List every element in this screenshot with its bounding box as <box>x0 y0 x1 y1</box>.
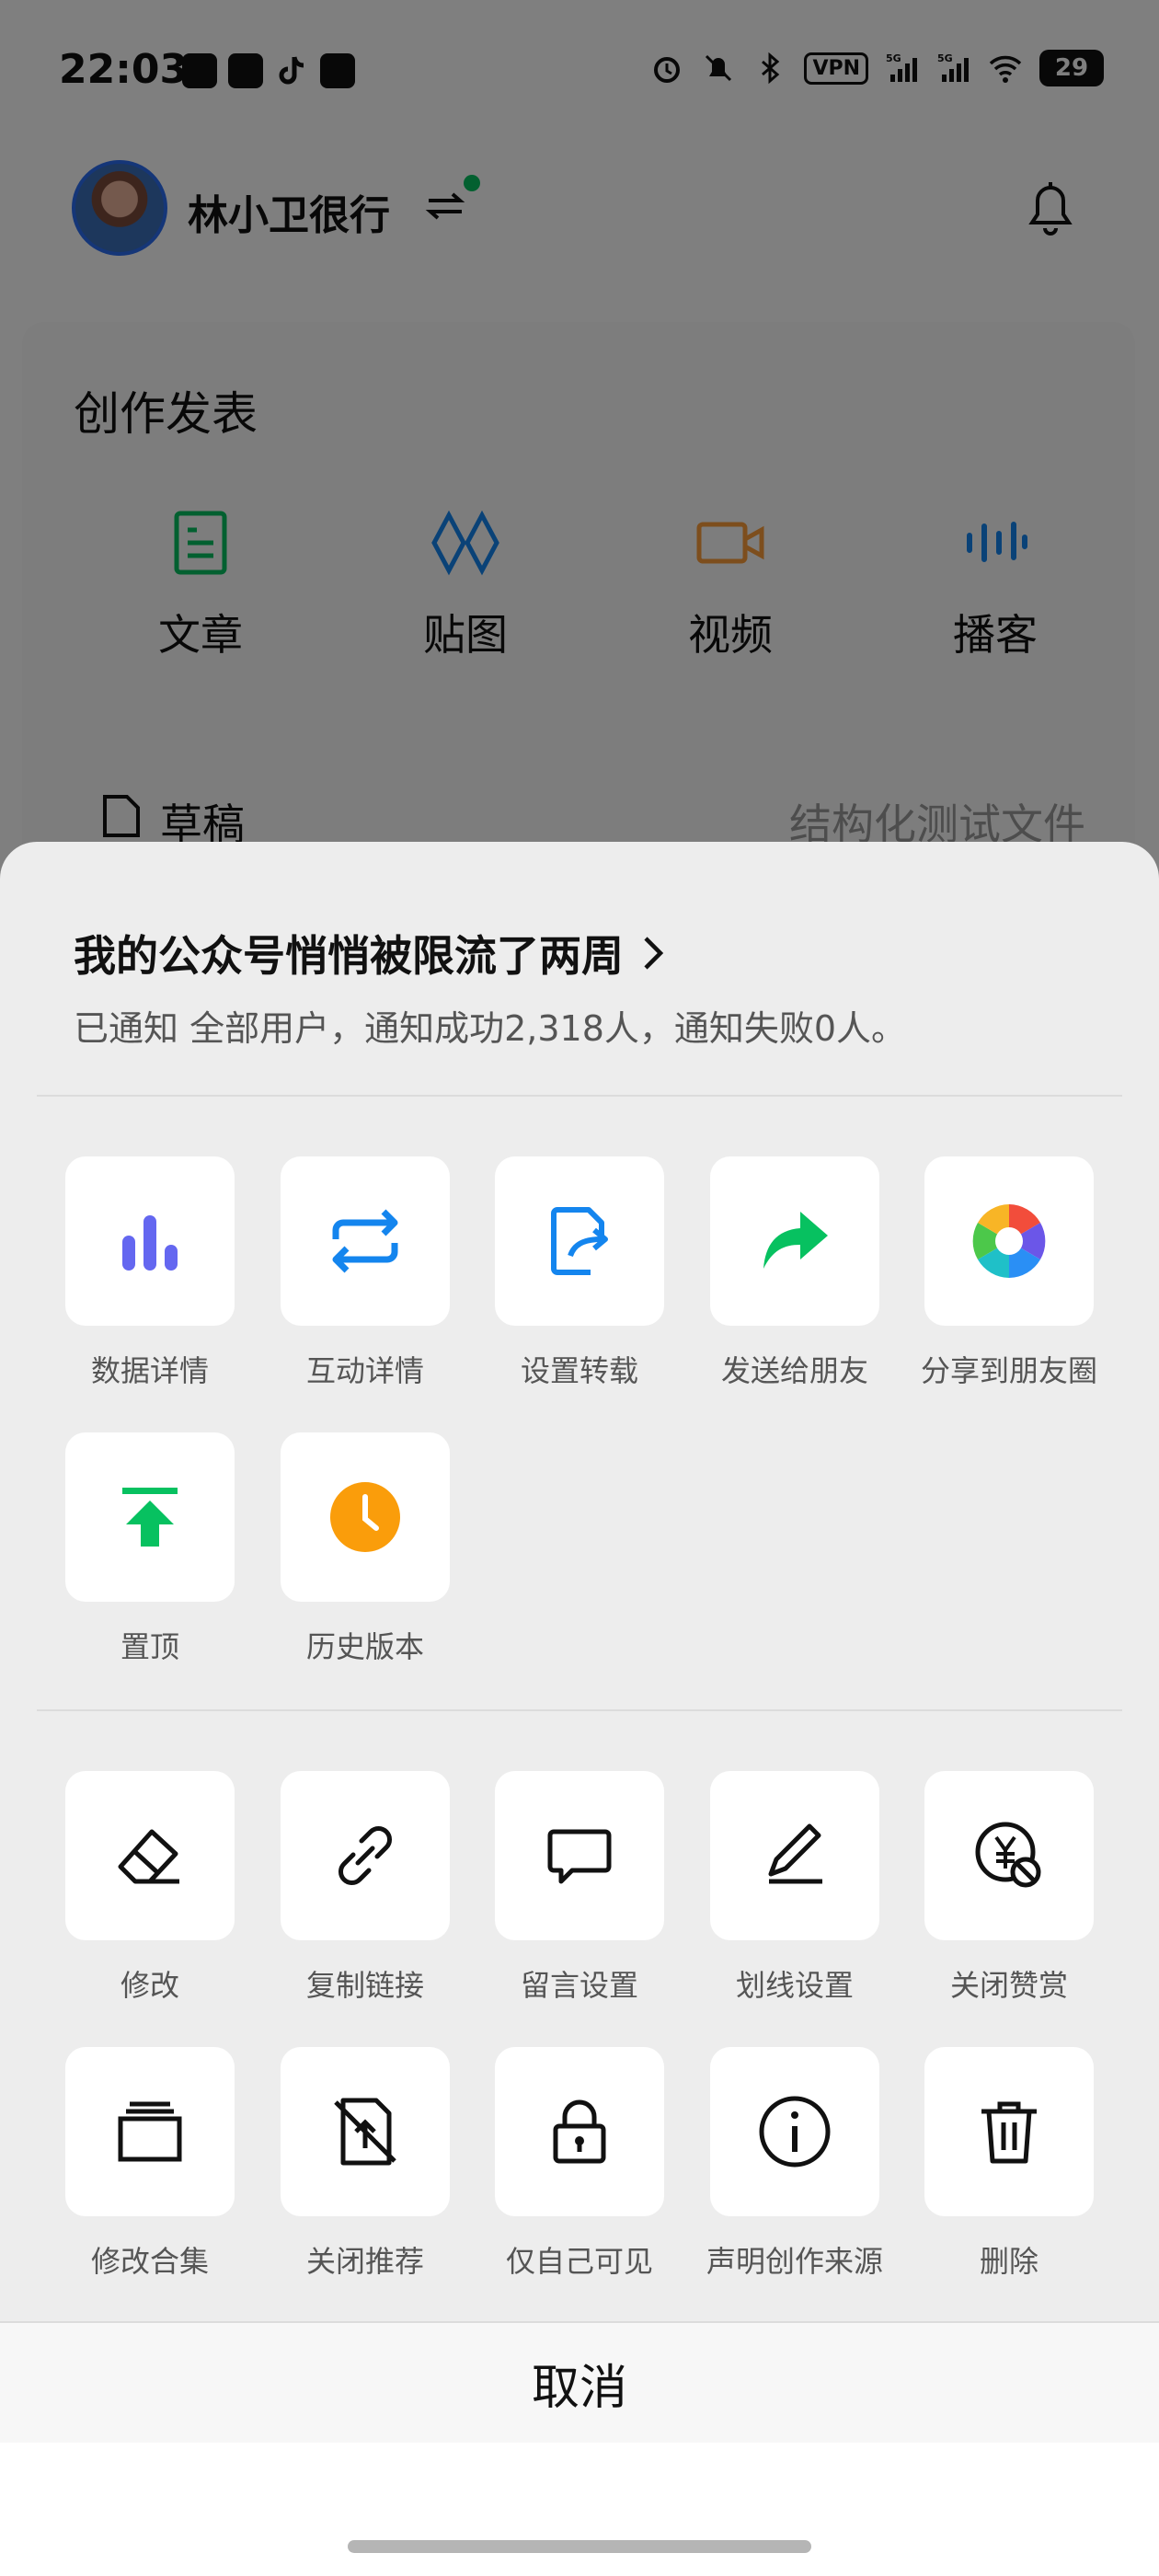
copy-link-button[interactable]: 复制链接 <box>258 1771 473 2005</box>
history-versions-button[interactable]: 历史版本 <box>258 1432 473 1666</box>
action-label: 置顶 <box>120 1629 179 1664</box>
underline-settings-tile[interactable] <box>710 1771 879 1940</box>
action-label: 修改 <box>120 1968 179 2003</box>
home-indicator[interactable] <box>348 2540 811 2553</box>
disable-recommend-tile[interactable] <box>281 2047 450 2216</box>
action-label: 删除 <box>979 2244 1039 2279</box>
pin-top-button[interactable]: 置顶 <box>42 1432 258 1666</box>
comment-settings-tile[interactable] <box>495 1771 664 1940</box>
only-me-visible-button[interactable]: 仅自己可见 <box>472 2047 687 2281</box>
send-to-friend-button[interactable]: 发送给朋友 <box>687 1156 902 1390</box>
action-label: 仅自己可见 <box>505 2244 653 2279</box>
action-label: 发送给朋友 <box>720 1353 868 1388</box>
interaction-details-tile[interactable] <box>281 1156 450 1326</box>
action-sheet: 我的公众号悄悄被限流了两周 已通知 全部用户，通知成功2,318人，通知失败0人… <box>0 842 1159 2576</box>
bar-chart-icon <box>122 1215 178 1271</box>
copy-link-tile[interactable] <box>281 1771 450 1940</box>
underline-pen-icon <box>768 1823 822 1884</box>
pin-top-icon <box>122 1488 178 1547</box>
pin-top-tile[interactable] <box>65 1432 235 1602</box>
action-label: 设置转载 <box>520 1353 638 1388</box>
action-label: 分享到朋友圈 <box>920 1353 1097 1388</box>
collection-icon <box>118 2101 182 2162</box>
divider <box>37 1095 1122 1097</box>
send-to-friend-tile[interactable] <box>710 1156 879 1326</box>
edit-button[interactable]: 修改 <box>42 1771 258 2005</box>
cancel-area: 取消 <box>0 2323 1159 2576</box>
lock-icon <box>553 2099 606 2164</box>
trash-icon <box>981 2101 1037 2164</box>
edit-collection-button[interactable]: 修改合集 <box>42 2047 258 2281</box>
declare-source-tile[interactable] <box>710 2047 879 2216</box>
cancel-button[interactable]: 取消 <box>0 2323 1159 2443</box>
history-versions-tile[interactable] <box>281 1432 450 1602</box>
delete-button[interactable]: 删除 <box>901 2047 1117 2281</box>
underline-settings-button[interactable]: 划线设置 <box>687 1771 902 2005</box>
disable-tips-button[interactable]: 关闭赞赏 <box>901 1771 1117 2005</box>
recommend-off-icon <box>334 2098 396 2166</box>
share-to-moments-button[interactable]: 分享到朋友圈 <box>901 1156 1117 1390</box>
edit-collection-tile[interactable] <box>65 2047 235 2216</box>
data-details-button[interactable]: 数据详情 <box>42 1156 258 1390</box>
repost-settings-icon <box>551 1207 608 1275</box>
info-icon <box>759 2096 831 2168</box>
history-clock-icon <box>330 1482 400 1552</box>
action-label: 数据详情 <box>90 1353 209 1388</box>
comment-bubble-icon <box>547 1829 612 1884</box>
repost-settings-button[interactable]: 设置转载 <box>472 1156 687 1390</box>
moments-aperture-icon <box>972 1204 1046 1278</box>
share-to-moments-tile[interactable] <box>924 1156 1094 1326</box>
eraser-edit-icon <box>118 1829 179 1884</box>
data-details-tile[interactable] <box>65 1156 235 1326</box>
interaction-details-button[interactable]: 互动详情 <box>258 1156 473 1390</box>
repost-settings-tile[interactable] <box>495 1156 664 1326</box>
action-label: 关闭赞赏 <box>949 1968 1068 2003</box>
disable-tips-tile[interactable] <box>924 1771 1094 1940</box>
edit-tile[interactable] <box>65 1771 235 1940</box>
yuan-off-icon <box>975 1822 1041 1888</box>
comment-settings-button[interactable]: 留言设置 <box>472 1771 687 2005</box>
action-label: 历史版本 <box>305 1629 424 1664</box>
notification-summary: 已通知 全部用户，通知成功2,318人，通知失败0人。 <box>74 1008 907 1049</box>
action-label: 关闭推荐 <box>305 2244 424 2279</box>
divider <box>37 1709 1122 1711</box>
share-arrow-icon <box>763 1212 828 1269</box>
action-label: 互动详情 <box>305 1353 424 1388</box>
article-title-row[interactable]: 我的公众号悄悄被限流了两周 <box>74 923 670 983</box>
link-icon <box>339 1826 392 1885</box>
action-label: 声明创作来源 <box>706 2244 883 2279</box>
action-label: 复制链接 <box>305 1968 424 2003</box>
declare-source-button[interactable]: 声明创作来源 <box>687 2047 902 2281</box>
only-me-visible-tile[interactable] <box>495 2047 664 2216</box>
action-label: 留言设置 <box>520 1968 638 2003</box>
chevron-right-icon <box>644 937 664 970</box>
disable-recommend-button[interactable]: 关闭推荐 <box>258 2047 473 2281</box>
delete-tile[interactable] <box>924 2047 1094 2216</box>
article-title: 我的公众号悄悄被限流了两周 <box>74 931 624 981</box>
repeat-arrows-icon <box>332 1209 398 1273</box>
action-label: 划线设置 <box>735 1968 854 2003</box>
action-label: 修改合集 <box>90 2244 209 2279</box>
